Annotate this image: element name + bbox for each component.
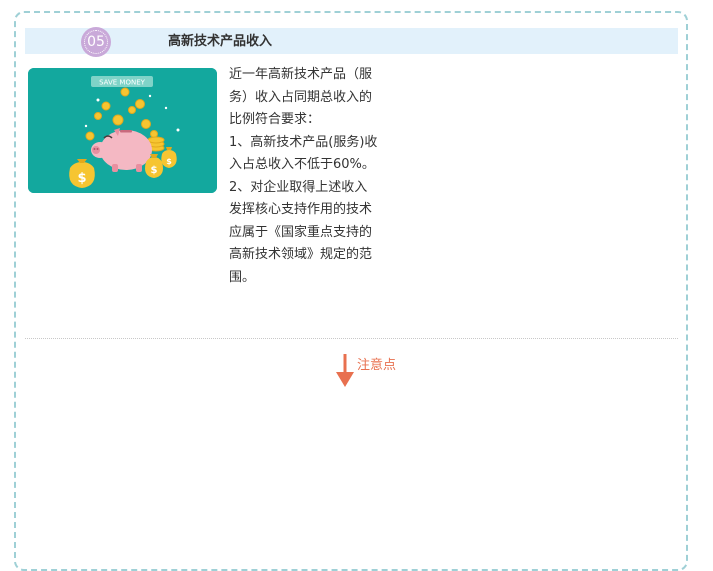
money-bag-symbol: $ bbox=[77, 171, 86, 186]
section-header-bar bbox=[25, 28, 678, 54]
requirement-item-1: 1、高新技术产品(服务)收入占总收入不低于60%。 bbox=[229, 134, 378, 173]
money-bag-symbol: $ bbox=[166, 157, 172, 166]
requirement-text: 近一年高新技术产品（服务）收入占同期总收入的比例符合要求： 1、高新技术产品(服… bbox=[229, 64, 379, 289]
money-bag-symbol: $ bbox=[151, 165, 158, 176]
section-number: 05 bbox=[87, 34, 105, 50]
section-title: 高新技术产品收入 bbox=[168, 34, 273, 49]
requirement-intro: 近一年高新技术产品（服务）收入占同期总收入的比例符合要求： bbox=[229, 67, 373, 127]
piggy-bank-icon: SAVE MONEY $ $ $ bbox=[28, 68, 217, 193]
save-money-illustration: SAVE MONEY $ $ $ bbox=[28, 68, 217, 193]
requirement-item-2: 2、对企业取得上述收入发挥核心支持作用的技术应属于《国家重点支持的高新技术领域》… bbox=[229, 179, 373, 285]
banner-text: SAVE MONEY bbox=[99, 79, 146, 87]
section-divider bbox=[25, 338, 678, 339]
section-number-badge: 05 bbox=[81, 27, 111, 57]
note-label: 注意点 bbox=[357, 358, 397, 373]
arrow-down-icon bbox=[336, 354, 354, 387]
